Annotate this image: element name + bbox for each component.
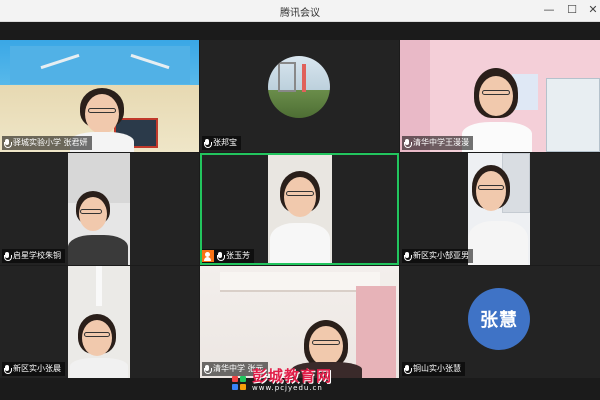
participant-tile[interactable]: 清华中学王漫漫 xyxy=(400,40,600,152)
participant-name: 启星学校朱铜 xyxy=(13,251,61,260)
microphone-icon xyxy=(204,364,212,374)
site-logo-icon xyxy=(232,376,248,392)
microphone-icon xyxy=(4,251,12,261)
close-icon[interactable]: ✕ xyxy=(585,2,600,18)
participant-name-tag: 清华中学王漫漫 xyxy=(402,136,473,150)
participant-tile[interactable]: 清华中学 张元 xyxy=(200,266,399,378)
window-title: 腾讯会议 xyxy=(280,8,320,19)
participant-avatar xyxy=(268,56,330,118)
speaker-badge-icon xyxy=(202,250,214,262)
participant-name-tag: 张邦宝 xyxy=(202,136,241,150)
participant-name: 张邦宝 xyxy=(213,138,237,147)
participant-tile-active[interactable]: 张玉芳 xyxy=(200,153,399,265)
video-grid: 驿城实验小学 张君妍 张邦宝 清华中学王漫漫 启星学校朱铜 张玉芳 新区实小郜亚… xyxy=(0,22,600,400)
participant-name-tag: 启星学校朱铜 xyxy=(2,249,65,263)
watermark-url: www.pcjyedu.cn xyxy=(252,384,323,392)
participant-video xyxy=(68,266,130,378)
microphone-icon xyxy=(204,138,212,148)
participant-video xyxy=(268,155,332,263)
participant-name-tag: 铜山实小张慧 xyxy=(402,362,465,376)
microphone-icon xyxy=(404,138,412,148)
participant-name-tag: 驿城实验小学 张君妍 xyxy=(2,136,92,150)
participant-tile[interactable]: 驿城实验小学 张君妍 xyxy=(0,40,199,152)
participant-tile[interactable]: 启星学校朱铜 xyxy=(0,153,199,265)
participant-name: 铜山实小张慧 xyxy=(413,364,461,373)
microphone-icon xyxy=(404,364,412,374)
microphone-icon xyxy=(217,251,225,261)
minimize-icon[interactable]: — xyxy=(541,2,557,18)
site-watermark: 彭城教育网 www.pcjyedu.cn xyxy=(232,368,332,392)
watermark-title: 彭城教育网 xyxy=(252,367,333,385)
window-titlebar: 腾讯会议 — ☐ ✕ xyxy=(0,0,600,22)
avatar-initials: 张慧 xyxy=(480,310,518,331)
participant-name: 新区实小张晨 xyxy=(13,364,61,373)
participant-tile[interactable]: 新区实小张晨 xyxy=(0,266,199,378)
participant-name-tag: 张玉芳 xyxy=(202,249,254,263)
participant-video xyxy=(68,153,130,265)
participant-name: 清华中学王漫漫 xyxy=(413,138,469,147)
microphone-icon xyxy=(404,251,412,261)
participant-name: 驿城实验小学 张君妍 xyxy=(13,138,88,147)
participant-tile[interactable]: 新区实小郜亚男 xyxy=(400,153,600,265)
microphone-icon xyxy=(4,364,12,374)
participant-video xyxy=(468,153,530,265)
participant-tile[interactable]: 张邦宝 xyxy=(200,40,399,152)
maximize-icon[interactable]: ☐ xyxy=(564,2,580,18)
participant-avatar: 张慧 xyxy=(468,288,530,350)
participant-name-tag: 新区实小张晨 xyxy=(2,362,65,376)
participant-name-tag: 新区实小郜亚男 xyxy=(402,249,473,263)
participant-name: 张玉芳 xyxy=(226,251,250,260)
microphone-icon xyxy=(4,138,12,148)
participant-tile[interactable]: 张慧 铜山实小张慧 xyxy=(400,266,600,378)
participant-name: 新区实小郜亚男 xyxy=(413,251,469,260)
